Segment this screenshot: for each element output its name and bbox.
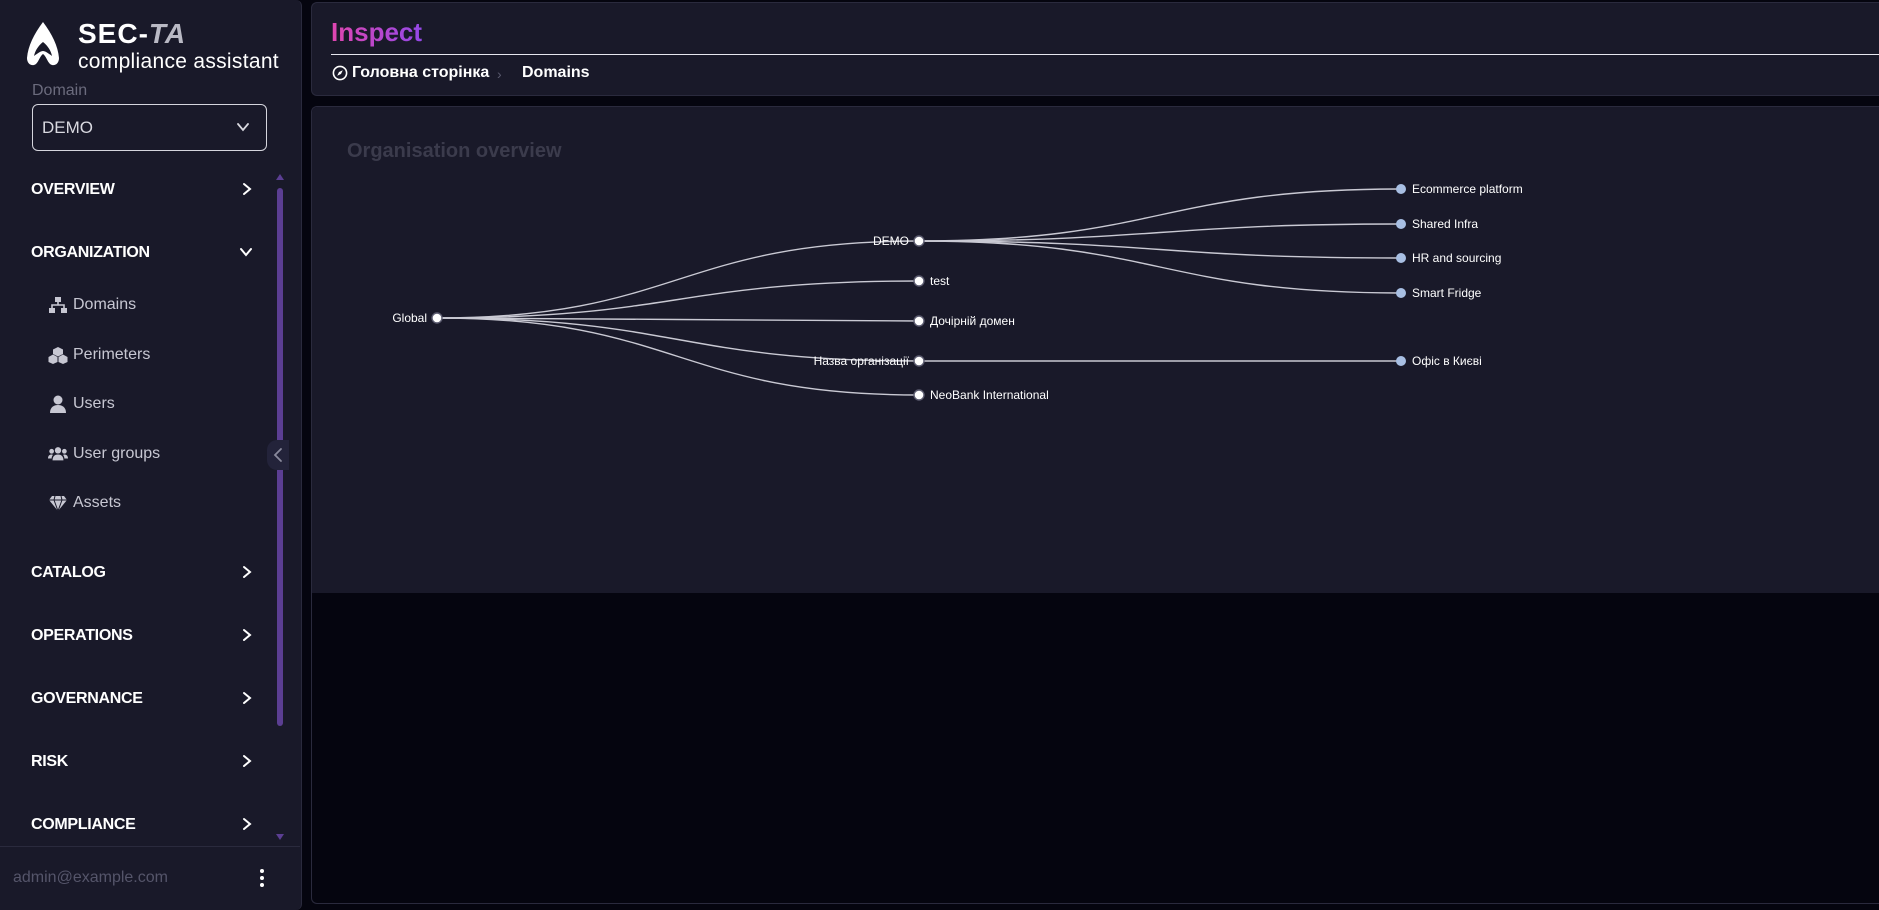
scroll-down-arrow[interactable] bbox=[276, 834, 284, 840]
nav-section-operations[interactable]: OPERATIONS bbox=[31, 621, 261, 651]
tree-node[interactable] bbox=[913, 389, 925, 401]
tree-node-label: Global bbox=[392, 311, 427, 325]
cubes-icon bbox=[48, 347, 68, 364]
nav-section-governance[interactable]: GOVERNANCE bbox=[31, 684, 261, 714]
user-profile-row: admin@example.com bbox=[0, 846, 300, 910]
brand-subtitle: compliance assistant bbox=[78, 50, 279, 73]
tree-node-label: DEMO bbox=[873, 234, 909, 248]
sidebar-item-label: Users bbox=[73, 395, 115, 412]
chevron-right-icon bbox=[243, 818, 252, 830]
sitemap-icon bbox=[49, 297, 67, 313]
nav-section-label: OPERATIONS bbox=[31, 627, 133, 644]
app-logo[interactable]: SEC-TA compliance assistant bbox=[24, 18, 294, 74]
sidebar-item-perimeters[interactable]: Perimeters bbox=[48, 341, 248, 369]
chevron-right-icon bbox=[243, 629, 252, 641]
tree-node[interactable] bbox=[1396, 253, 1406, 263]
tree-node[interactable] bbox=[1396, 288, 1406, 298]
tree-node-label: HR and sourcing bbox=[1412, 251, 1501, 265]
nav-section-risk[interactable]: RISK bbox=[31, 747, 261, 777]
compass-icon bbox=[332, 65, 348, 81]
breadcrumb-home-label: Головна сторінка bbox=[352, 64, 490, 81]
nav-section-organization[interactable]: ORGANIZATION bbox=[31, 238, 261, 268]
user-icon bbox=[50, 395, 66, 413]
sidebar-item-label: Perimeters bbox=[73, 346, 151, 363]
chevron-down-icon bbox=[237, 123, 249, 132]
tree-node[interactable] bbox=[913, 355, 925, 367]
more-options-icon[interactable] bbox=[256, 867, 268, 891]
chevron-right-icon bbox=[243, 692, 252, 704]
chevron-right-icon bbox=[243, 755, 252, 767]
tree-node-label: Дочірній домен bbox=[930, 314, 1015, 328]
nav-section-label: ORGANIZATION bbox=[31, 244, 150, 261]
nav-section-label: OVERVIEW bbox=[31, 181, 115, 198]
main-content: Organisation overview Global DEMO test Дочі… bbox=[311, 106, 1879, 904]
nav-section-label: CATALOG bbox=[31, 564, 106, 581]
scroll-up-arrow[interactable] bbox=[276, 174, 284, 180]
tree-node-label: Shared Infra bbox=[1412, 217, 1478, 231]
gem-icon bbox=[49, 495, 67, 512]
sidebar-item-label: Assets bbox=[73, 494, 122, 511]
breadcrumb-current: Domains bbox=[522, 64, 590, 81]
users-group-icon bbox=[48, 447, 68, 461]
nav-section-overview[interactable]: OVERVIEW bbox=[31, 175, 261, 205]
brand-title: SEC-TA bbox=[78, 18, 187, 49]
nav-section-label: RISK bbox=[31, 753, 69, 770]
sidebar-item-label: Domains bbox=[73, 296, 137, 313]
page-header: Inspect Головна сторінка › Domains bbox=[311, 2, 1879, 96]
tree-node-label: Ecommerce platform bbox=[1412, 182, 1523, 196]
tree-node-label: NeoBank International bbox=[930, 388, 1049, 402]
organisation-overview-card: Organisation overview Global DEMO test Дочі… bbox=[312, 107, 1879, 593]
tree-node[interactable] bbox=[913, 315, 925, 327]
tree-node[interactable] bbox=[431, 312, 443, 324]
page-title: Inspect bbox=[331, 17, 423, 47]
tree-node[interactable] bbox=[1396, 356, 1406, 366]
sidebar-item-user-groups[interactable]: User groups bbox=[48, 440, 248, 468]
tree-link bbox=[436, 280, 920, 319]
chevron-down-icon bbox=[240, 248, 252, 257]
user-email: admin@example.com bbox=[13, 869, 168, 886]
tree-link bbox=[918, 223, 1402, 242]
tree-node-label: test bbox=[930, 274, 950, 288]
nav-section-label: COMPLIANCE bbox=[31, 816, 136, 833]
breadcrumb-separator: › bbox=[497, 66, 502, 82]
nav-section-label: GOVERNANCE bbox=[31, 690, 143, 707]
domain-tree: Global DEMO test Дочірній домен Назва органі… bbox=[392, 182, 1523, 402]
sidebar-nav: OVERVIEW ORGANIZATION Domains Perimeters bbox=[0, 165, 280, 850]
sidebar-item-assets[interactable]: Assets bbox=[48, 489, 248, 517]
tree-node-label: Офіс в Києві bbox=[1412, 354, 1482, 368]
domain-label: Domain bbox=[32, 82, 88, 99]
sidebar-item-users[interactable]: Users bbox=[48, 390, 248, 418]
tree-link bbox=[436, 240, 920, 319]
sidebar: SEC-TA compliance assistant Domain DEMO … bbox=[0, 0, 302, 910]
tree-node[interactable] bbox=[1396, 184, 1406, 194]
tree-node[interactable] bbox=[913, 275, 925, 287]
domain-select-value: DEMO bbox=[42, 118, 93, 137]
collapse-sidebar-button[interactable] bbox=[267, 440, 289, 470]
tree-node[interactable] bbox=[1396, 219, 1406, 229]
chevron-right-icon bbox=[243, 183, 252, 195]
chevron-right-icon bbox=[243, 566, 252, 578]
nav-section-catalog[interactable]: CATALOG bbox=[31, 558, 261, 588]
tree-node[interactable] bbox=[913, 235, 925, 247]
tree-node-label: Smart Fridge bbox=[1412, 286, 1482, 300]
sidebar-item-domains[interactable]: Domains bbox=[48, 291, 248, 319]
sidebar-item-label: User groups bbox=[73, 445, 161, 462]
nav-section-compliance[interactable]: COMPLIANCE bbox=[31, 810, 261, 840]
chevron-left-icon bbox=[273, 448, 282, 462]
title-divider bbox=[331, 54, 1879, 55]
logo-mark-icon bbox=[27, 22, 59, 66]
tree-link bbox=[918, 240, 1402, 259]
domain-select[interactable]: DEMO bbox=[32, 104, 267, 151]
tree-node-label: Назва організації bbox=[814, 354, 910, 368]
